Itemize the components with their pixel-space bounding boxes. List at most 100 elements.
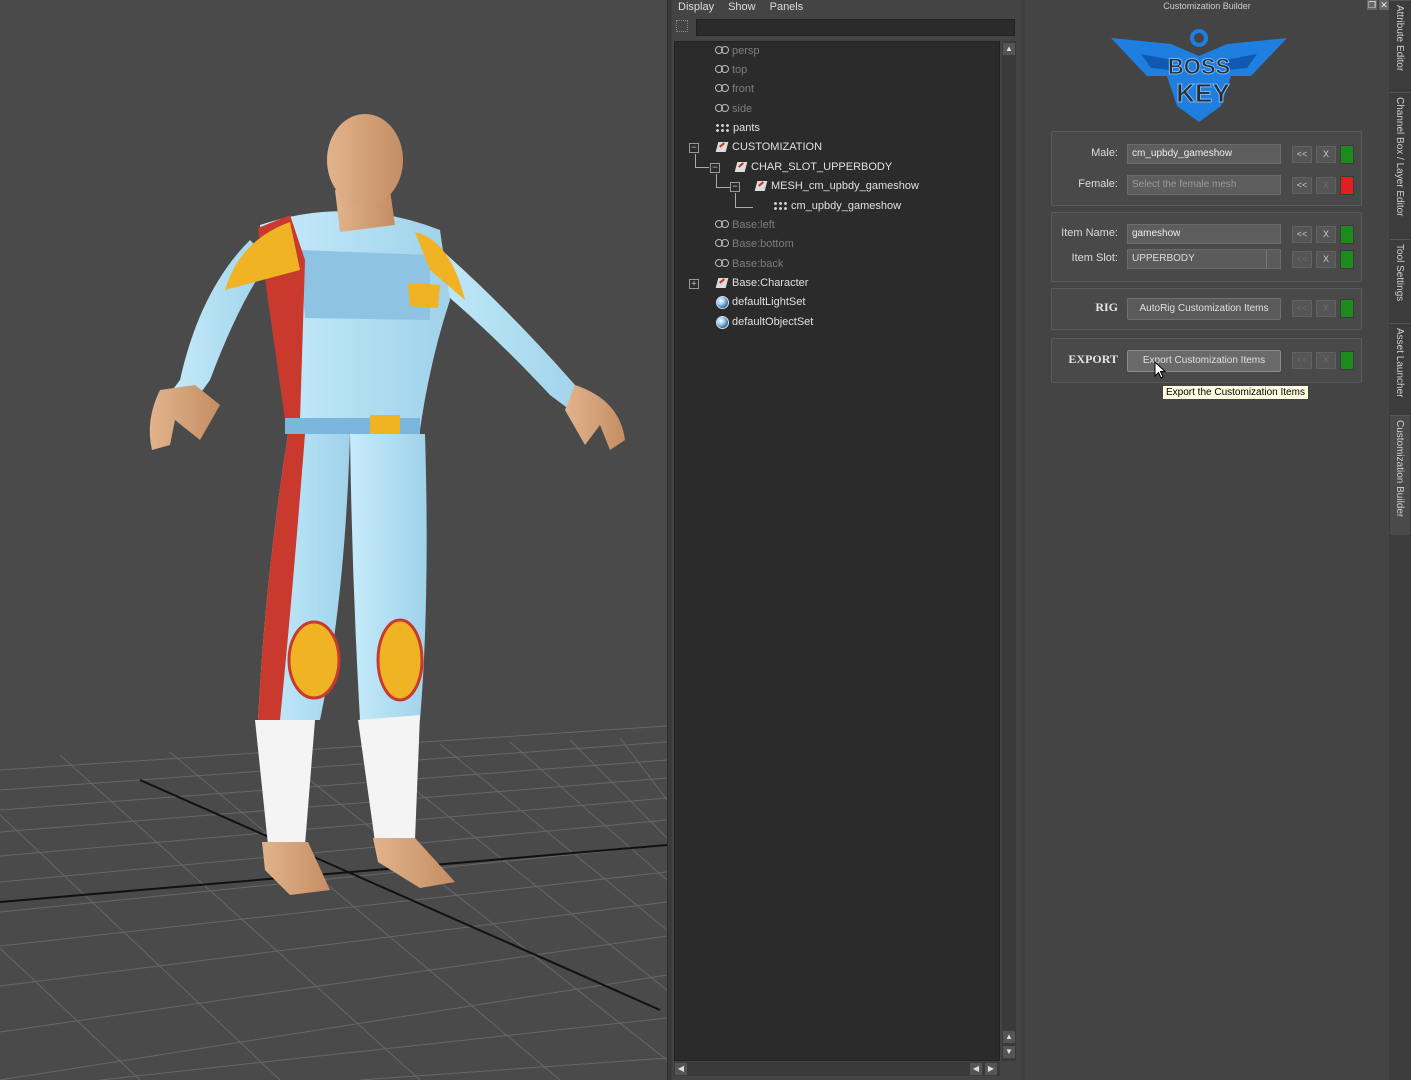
scroll-left-icon[interactable]: ◀ [675, 1063, 687, 1075]
tree-item-base-left[interactable]: Base:left [715, 216, 775, 234]
outliner-filter-row [672, 17, 1021, 37]
export-load-button[interactable]: << [1292, 352, 1312, 369]
set-icon [716, 295, 729, 309]
tab-asset-launcher[interactable]: Asset Launcher [1390, 323, 1410, 413]
outliner-vertical-scrollbar[interactable]: ▲ ▲ ▼ [1002, 41, 1016, 1061]
tab-label: Tool Settings [1394, 244, 1405, 302]
camera-icon [715, 103, 729, 115]
3d-viewport[interactable] [0, 0, 667, 1080]
tree-connector [716, 174, 730, 188]
female-clear-button[interactable]: X [1316, 177, 1336, 194]
outliner-filter-input[interactable] [696, 19, 1015, 36]
export-status-indicator [1340, 351, 1354, 370]
tree-item-base-character[interactable]: Base:Character [716, 274, 808, 292]
female-load-button[interactable]: << [1292, 177, 1312, 194]
item-slot-select[interactable]: UPPERBODY [1127, 249, 1281, 269]
outliner-tree[interactable]: persp top front side pants − CUSTOMIZATI… [674, 41, 1000, 1061]
mesh-icon [715, 122, 730, 134]
tree-item-pants[interactable]: pants [715, 119, 760, 137]
tree-item-char-slot-upperbody[interactable]: CHAR_SLOT_UPPERBODY [735, 158, 892, 176]
tree-item-default-light-set[interactable]: defaultLightSet [716, 293, 805, 311]
expand-icon[interactable]: + [689, 279, 699, 289]
tree-item-mesh-cm-upbdy-gameshow[interactable]: MESH_cm_upbdy_gameshow [755, 177, 919, 195]
export-button[interactable]: Export Customization Items [1127, 350, 1281, 372]
collapse-icon[interactable]: − [730, 182, 740, 192]
close-icon[interactable]: ✕ [1379, 0, 1389, 10]
scroll-up-icon[interactable]: ▲ [1003, 1031, 1015, 1043]
female-row: Female: Select the female mesh << X [1052, 175, 1363, 195]
tree-item-label: defaultLightSet [732, 296, 806, 308]
export-row: EXPORT Export Customization Items << X [1052, 350, 1363, 372]
camera-icon [715, 238, 729, 250]
camera-icon [715, 64, 729, 76]
male-mesh-field[interactable]: cm_upbdy_gameshow [1127, 144, 1281, 164]
set-icon [716, 315, 729, 329]
item-name-status-indicator [1340, 225, 1354, 244]
menu-show[interactable]: Show [728, 0, 756, 14]
male-clear-button[interactable]: X [1316, 146, 1336, 163]
tree-item-label: defaultObjectSet [732, 316, 814, 328]
scroll-up-icon[interactable]: ▲ [1003, 43, 1015, 55]
tree-item-label: Base:Character [732, 277, 809, 289]
tree-item-persp[interactable]: persp [715, 42, 760, 60]
camera-icon [715, 83, 729, 95]
tab-customization-builder[interactable]: Customization Builder [1390, 415, 1410, 535]
rig-label: RIG [1095, 300, 1118, 314]
menu-display[interactable]: Display [678, 0, 714, 14]
tree-item-base-back[interactable]: Base:back [715, 255, 783, 273]
collapse-icon[interactable]: − [710, 163, 720, 173]
tree-item-cm-upbdy-gameshow[interactable]: cm_upbdy_gameshow [773, 197, 901, 215]
menu-panels[interactable]: Panels [770, 0, 804, 14]
rig-load-button[interactable]: << [1292, 300, 1312, 317]
male-row: Male: cm_upbdy_gameshow << X [1052, 144, 1363, 164]
scroll-down-icon[interactable]: ▼ [1003, 1046, 1015, 1058]
dropdown-arrow-icon [1266, 250, 1280, 268]
female-label: Female: [1078, 178, 1118, 190]
tab-label: Attribute Editor [1394, 5, 1405, 72]
transform-icon [716, 141, 729, 154]
item-name-load-button[interactable]: << [1292, 226, 1312, 243]
item-name-clear-button[interactable]: X [1316, 226, 1336, 243]
tree-item-top[interactable]: top [715, 61, 747, 79]
side-tab-bar: Attribute Editor Channel Box / Layer Edi… [1389, 0, 1411, 1080]
tree-item-base-bottom[interactable]: Base:bottom [715, 235, 794, 253]
tree-item-customization[interactable]: CUSTOMIZATION [716, 138, 822, 156]
rig-clear-button[interactable]: X [1316, 300, 1336, 317]
collapse-icon[interactable]: − [689, 143, 699, 153]
outliner-panel: Display Show Panels persp top front side… [672, 0, 1021, 1080]
male-load-button[interactable]: << [1292, 146, 1312, 163]
rig-group: RIG AutoRig Customization Items << X [1051, 288, 1362, 330]
filter-icon[interactable] [676, 20, 688, 32]
tree-item-side[interactable]: side [715, 100, 752, 118]
male-label: Male: [1091, 147, 1118, 159]
tree-item-label: side [732, 103, 753, 115]
character-model [149, 114, 625, 895]
autorig-button[interactable]: AutoRig Customization Items [1127, 298, 1281, 320]
item-slot-status-indicator [1340, 250, 1354, 269]
transform-icon [716, 277, 729, 290]
tree-item-default-object-set[interactable]: defaultObjectSet [716, 313, 813, 331]
item-name-field[interactable]: gameshow [1127, 224, 1281, 244]
export-clear-button[interactable]: X [1316, 352, 1336, 369]
tab-channel-box-layer-editor[interactable]: Channel Box / Layer Editor [1390, 92, 1410, 237]
scroll-right-icon[interactable]: ▶ [985, 1063, 997, 1075]
camera-icon [715, 219, 729, 231]
logo-text-key: KEY [1176, 78, 1229, 108]
tab-tool-settings[interactable]: Tool Settings [1390, 239, 1410, 321]
tree-item-label: Base:back [732, 258, 784, 270]
item-slot-label: Item Slot: [1071, 252, 1118, 264]
tab-attribute-editor[interactable]: Attribute Editor [1390, 0, 1410, 90]
restore-icon[interactable]: ❐ [1367, 0, 1377, 10]
rig-row: RIG AutoRig Customization Items << X [1052, 298, 1363, 320]
tree-item-label: Base:left [732, 219, 775, 231]
outliner-menubar: Display Show Panels [672, 0, 1021, 14]
item-slot-clear-button[interactable]: X [1316, 251, 1336, 268]
tree-item-front[interactable]: front [715, 80, 754, 98]
scroll-left-icon[interactable]: ◀ [970, 1063, 982, 1075]
outliner-horizontal-scrollbar[interactable]: ◀ ◀ ▶ [674, 1062, 1000, 1076]
male-status-indicator [1340, 145, 1354, 164]
item-slot-row: Item Slot: UPPERBODY << X [1052, 249, 1363, 269]
item-slot-load-button[interactable]: << [1292, 251, 1312, 268]
camera-icon [715, 258, 729, 270]
female-mesh-field[interactable]: Select the female mesh [1127, 175, 1281, 195]
